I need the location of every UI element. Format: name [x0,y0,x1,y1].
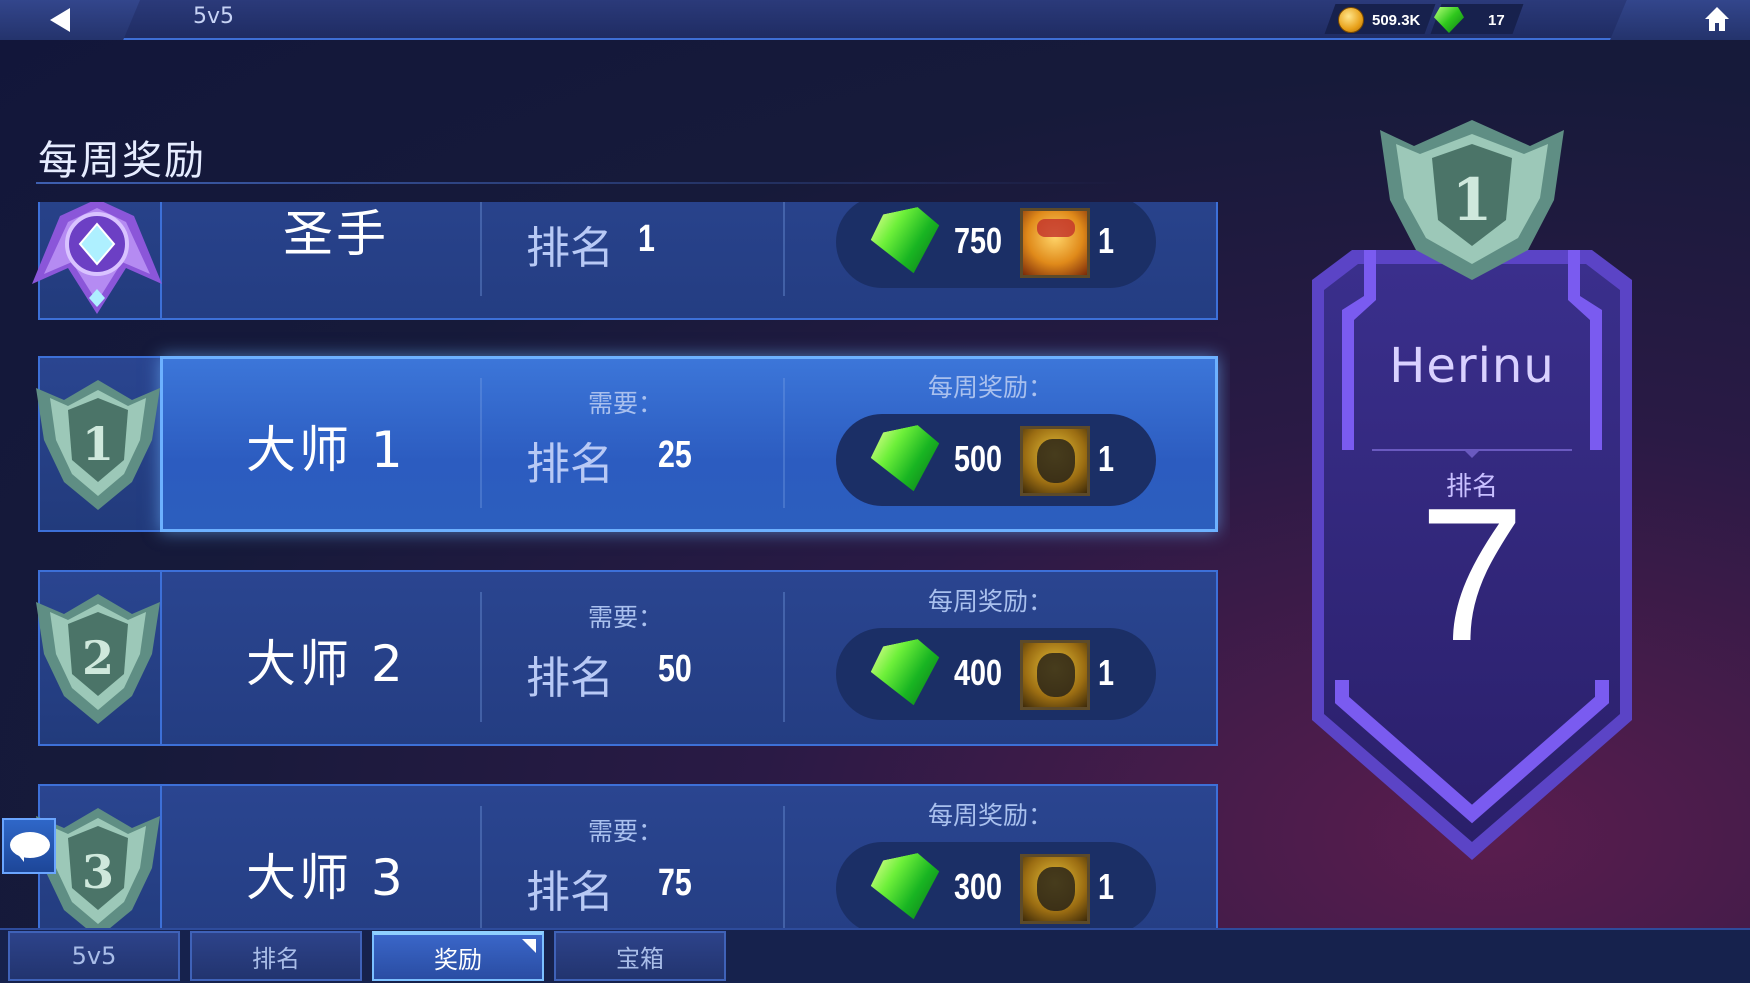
reward-pill: 400 1 [836,628,1156,720]
tab-chest[interactable]: 宝箱 [554,931,726,981]
rank-label: 排名 [526,867,614,918]
required-label: 需要： [588,389,664,418]
rank-title: 大师 3 [246,849,406,907]
reward-row[interactable]: 1 大师 1 需要： 排名 25 每周奖励： 500 1 [36,356,1218,536]
shield-1-emblem-icon: 1 [36,380,160,510]
gold-value: 509.3K [1372,11,1421,29]
hero-fragment-icon[interactable] [1020,854,1090,924]
reward-pill: 500 1 [836,414,1156,506]
chat-button[interactable] [2,818,56,874]
purple-diamond-emblem-icon [32,202,162,314]
weekly-reward-label: 每周奖励： [928,587,1054,616]
rank-value: 1 [638,218,655,260]
rank-label: 排名 [526,653,614,704]
rank-title: 大师 2 [246,635,406,693]
gem-icon [1434,7,1464,33]
gem-currency: 17 [1434,6,1505,34]
row-divider [783,202,785,296]
fragment-count: 1 [1098,438,1115,479]
gem-amount: 300 [954,866,1003,907]
gem-amount: 500 [954,438,1003,479]
fragment-count: 1 [1098,866,1115,907]
top-bar: 5v5 509.3K 17 [0,0,1750,40]
gem-value: 17 [1488,11,1505,29]
hero-fragment-icon[interactable] [1020,208,1090,278]
gem-icon [866,421,948,498]
row-divider [783,806,785,928]
row-divider [480,806,482,928]
player-rank-value: 7 [1419,469,1525,681]
back-button[interactable] [0,0,140,40]
required-label: 需要： [588,817,664,846]
row-divider [783,592,785,722]
rank-title: 圣手 [283,205,389,263]
hero-fragment-icon[interactable] [1020,426,1090,496]
home-icon [1705,7,1729,31]
reward-pill: 750 1 [836,202,1156,288]
rank-label: 排名 [526,439,614,490]
row-divider [783,378,785,508]
svg-text:2: 2 [82,631,114,685]
row-divider [480,592,482,722]
tab-5v5[interactable]: 5v5 [8,931,180,981]
rank-value: 25 [658,434,692,476]
reward-list[interactable]: 圣手 排名 1 750 1 1 大师 1 需要： 排名 25 每周奖励： 500 [0,202,1230,928]
shield-2-emblem-icon: 2 [36,594,160,724]
reward-pill: 300 1 [836,842,1156,928]
rank-label: 排名 [526,223,614,274]
required-label: 需要： [588,603,664,632]
rank-value: 75 [658,862,692,904]
reward-row[interactable]: 2 大师 2 需要： 排名 50 每周奖励： 400 1 [36,570,1218,750]
reward-row[interactable]: 圣手 排名 1 750 1 [32,202,1218,324]
gem-icon [866,849,948,926]
page-mode-label: 5v5 [193,4,235,29]
row-divider [480,202,482,296]
svg-text:1: 1 [1452,166,1492,234]
svg-text:3: 3 [82,845,114,899]
gem-amount: 750 [954,220,1003,261]
gold-currency: 509.3K [1338,6,1420,34]
title-divider [36,182,1126,184]
tab-rewards[interactable]: 奖励 [372,931,544,981]
player-name: Herinu [1389,338,1555,394]
back-arrow-icon [50,8,70,32]
tab-ranking[interactable]: 排名 [190,931,362,981]
rank-title: 大师 1 [246,421,406,479]
reward-row[interactable]: 3 大师 3 需要： 排名 75 每周奖励： 300 1 [36,784,1218,928]
section-title: 每周奖励 [38,138,206,184]
row-divider [480,378,482,508]
home-button[interactable] [1610,0,1750,40]
weekly-reward-label: 每周奖励： [928,373,1054,402]
chat-bubble-icon [10,832,50,862]
fragment-count: 1 [1098,220,1115,261]
hero-fragment-icon[interactable] [1020,640,1090,710]
emblem-number: 1 [82,417,114,471]
weekly-reward-label: 每周奖励： [928,801,1054,830]
rank-value: 50 [658,648,692,690]
fragment-count: 1 [1098,652,1115,693]
gem-icon [866,635,948,712]
gold-coin-icon [1338,7,1364,33]
gem-amount: 400 [954,652,1003,693]
gem-icon [866,203,948,280]
